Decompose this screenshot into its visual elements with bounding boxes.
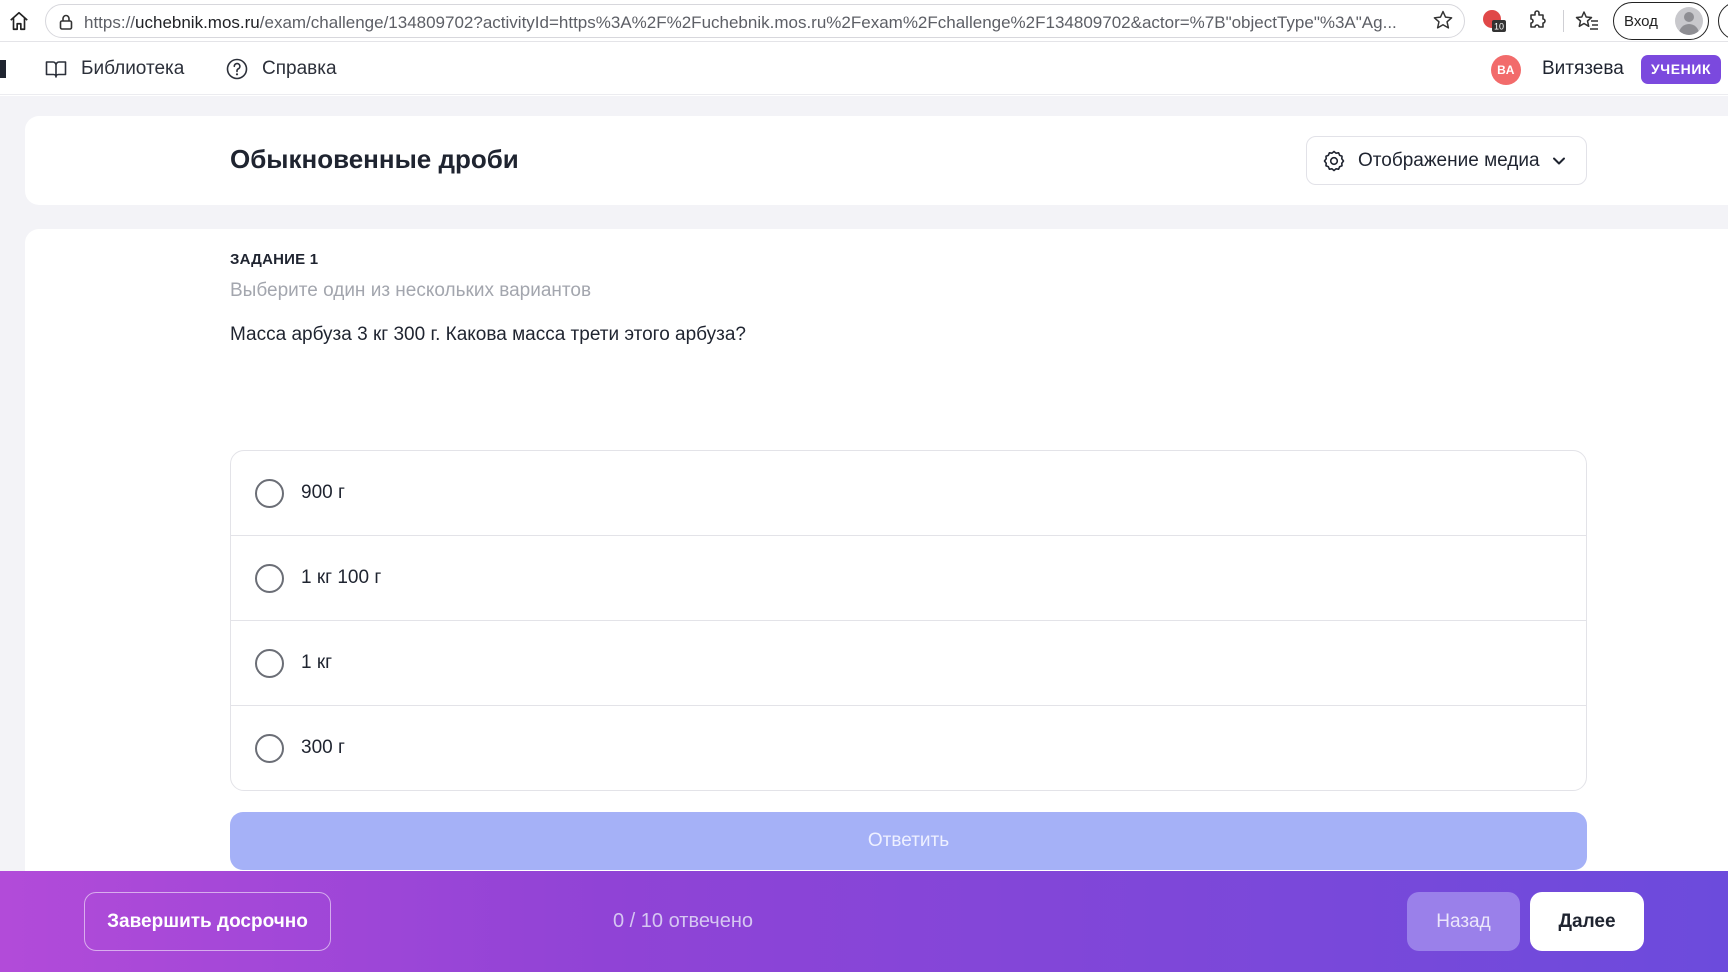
- browser-edge-button[interactable]: Оч: [1718, 2, 1728, 40]
- answer-options: 900 г 1 кг 100 г 1 кг 300 г: [230, 450, 1587, 791]
- answer-option[interactable]: 300 г: [231, 706, 1586, 790]
- media-display-select[interactable]: Отображение медиа: [1306, 136, 1587, 185]
- answer-button[interactable]: Ответить: [230, 812, 1587, 870]
- login-label: Вход: [1624, 12, 1658, 30]
- progress-counter: 0 / 10 отвечено: [613, 910, 754, 932]
- nav-library-label: Библиотека: [81, 58, 185, 79]
- help-icon: [225, 57, 249, 81]
- extension-badge-count: 10: [1494, 22, 1504, 32]
- profile-icon: [1675, 7, 1703, 35]
- gear-icon: [1322, 149, 1346, 173]
- finish-early-button[interactable]: Завершить досрочно: [84, 892, 331, 951]
- answer-option-label: 900 г: [301, 482, 345, 503]
- chevron-down-icon: [1550, 152, 1568, 170]
- user-name[interactable]: Витязева: [1542, 58, 1624, 80]
- extension-icon[interactable]: 10: [1481, 8, 1507, 34]
- lock-icon[interactable]: [57, 13, 75, 31]
- task-number: ЗАДАНИЕ 1: [230, 251, 319, 268]
- url-path: /exam/challenge/134809702?activityId=htt…: [259, 13, 1397, 32]
- radio-button[interactable]: [255, 479, 284, 508]
- answer-option-label: 1 кг 100 г: [301, 567, 382, 588]
- toolbar-separator: [1563, 10, 1564, 32]
- profile-login-button[interactable]: Вход: [1613, 2, 1709, 40]
- favorites-icon[interactable]: [1574, 9, 1600, 33]
- back-button[interactable]: Назад: [1407, 892, 1520, 951]
- media-display-label: Отображение медиа: [1358, 149, 1540, 171]
- browser-toolbar: https://uchebnik.mos.ru/exam/challenge/1…: [0, 0, 1728, 42]
- answer-option[interactable]: 1 кг 100 г: [231, 536, 1586, 621]
- home-icon[interactable]: [6, 8, 32, 34]
- nav-help-label: Справка: [262, 58, 337, 79]
- address-bar[interactable]: https://uchebnik.mos.ru/exam/challenge/1…: [45, 4, 1465, 38]
- role-badge: УЧЕНИК: [1641, 55, 1722, 84]
- radio-button[interactable]: [255, 734, 284, 763]
- answer-option-label: 1 кг: [301, 652, 333, 673]
- url-host: uchebnik.mos.ru: [135, 13, 260, 32]
- url-prefix: https://: [84, 13, 136, 32]
- next-button[interactable]: Далее: [1530, 892, 1644, 951]
- star-icon[interactable]: [1432, 9, 1454, 31]
- task-instructions: Выберите один из нескольких вариантов: [230, 280, 592, 301]
- nav-help[interactable]: Справка: [225, 56, 337, 82]
- site-header: Библиотека Справка ВА Витязева УЧЕНИК: [0, 43, 1728, 95]
- page-title: Обыкновенные дроби: [230, 144, 519, 174]
- url-text: https://uchebnik.mos.ru/exam/challenge/1…: [84, 13, 1454, 33]
- puzzle-icon[interactable]: [1526, 9, 1550, 33]
- answer-option[interactable]: 1 кг: [231, 621, 1586, 706]
- radio-button[interactable]: [255, 649, 284, 678]
- book-icon: [44, 57, 68, 81]
- radio-button[interactable]: [255, 564, 284, 593]
- answer-option-label: 300 г: [301, 737, 345, 758]
- nav-library[interactable]: Библиотека: [44, 56, 184, 82]
- answer-option[interactable]: 900 г: [231, 451, 1586, 536]
- task-question: Масса арбуза 3 кг 300 г. Какова масса тр…: [230, 324, 746, 345]
- avatar[interactable]: ВА: [1491, 55, 1521, 85]
- logo-edge: [0, 60, 6, 78]
